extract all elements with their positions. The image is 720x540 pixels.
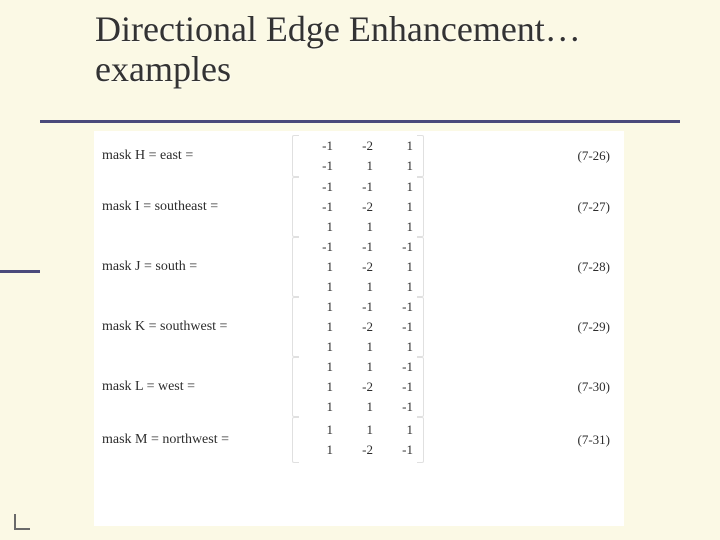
matrix-cell: 1: [301, 318, 335, 336]
matrix-cell: -1: [381, 398, 415, 416]
bracket-right-icon: [417, 297, 424, 357]
title-underline: [40, 120, 680, 123]
matrix-cell: 1: [301, 258, 335, 276]
matrix-cell: -1: [381, 238, 415, 256]
left-accent-bar: [0, 270, 40, 273]
content-panel: mask H = east =-1-21-111(7-26)mask I = s…: [94, 131, 624, 526]
matrix-cell: -2: [341, 198, 375, 216]
equation-number: (7-29): [578, 319, 611, 335]
bracket-left-icon: [292, 357, 299, 417]
matrix-cell: 1: [341, 358, 375, 376]
matrix-cell: -1: [381, 318, 415, 336]
matrix-cell: -1: [301, 157, 335, 175]
bracket-left-icon: [292, 297, 299, 357]
matrix-cell: 1: [381, 338, 415, 356]
matrix-cell: 1: [381, 137, 415, 155]
matrix-cell: -2: [341, 441, 375, 459]
matrix-cell: 1: [381, 178, 415, 196]
mask-row-m: mask M = northwest =1111-2-1(7-31): [102, 417, 616, 463]
bracket-left-icon: [292, 177, 299, 237]
mask-row-i: mask I = southeast =-1-11-1-21111(7-27): [102, 177, 616, 237]
matrix: 1-1-11-2-1111: [301, 298, 415, 356]
matrix-cell: -2: [341, 318, 375, 336]
matrix-cell: 1: [381, 258, 415, 276]
mask-label: mask L = west =: [102, 379, 292, 395]
mask-label: mask M = northwest =: [102, 432, 292, 448]
matrix-cell: 1: [301, 218, 335, 236]
equation-number: (7-26): [578, 148, 611, 164]
bracket-right-icon: [417, 417, 424, 463]
matrix-cell: -2: [341, 258, 375, 276]
bracket-left-icon: [292, 237, 299, 297]
matrix-cell: -1: [381, 441, 415, 459]
matrix-cell: -1: [301, 178, 335, 196]
matrix: 11-11-2-111-1: [301, 358, 415, 416]
bracket-right-icon: [417, 177, 424, 237]
matrix-cell: 1: [341, 218, 375, 236]
title-wrap: Directional Edge Enhancement… examples: [95, 10, 685, 89]
matrix-cell: 1: [341, 157, 375, 175]
matrix-cell: -1: [381, 378, 415, 396]
matrix-cell: 1: [381, 198, 415, 216]
slide-title: Directional Edge Enhancement… examples: [95, 10, 685, 89]
matrix: -1-1-11-21111: [301, 238, 415, 296]
matrix-cell: 1: [381, 278, 415, 296]
matrix: 1111-2-1: [301, 421, 415, 459]
matrix-cell: 1: [301, 441, 335, 459]
matrix: -1-11-1-21111: [301, 178, 415, 236]
bracket-right-icon: [417, 237, 424, 297]
matrix-cell: 1: [341, 398, 375, 416]
matrix-cell: -1: [301, 238, 335, 256]
matrix-cell: 1: [381, 218, 415, 236]
matrix-cell: 1: [341, 421, 375, 439]
corner-mark-icon: [14, 514, 30, 530]
matrix-cell: -1: [381, 298, 415, 316]
matrix-cell: 1: [301, 298, 335, 316]
bracket-left-icon: [292, 135, 299, 177]
equation-number: (7-27): [578, 199, 611, 215]
matrix-cell: 1: [381, 421, 415, 439]
mask-row-l: mask L = west =11-11-2-111-1(7-30): [102, 357, 616, 417]
matrix-cell: 1: [301, 398, 335, 416]
mask-row-h: mask H = east =-1-21-111(7-26): [102, 135, 616, 177]
mask-label: mask H = east =: [102, 148, 292, 164]
matrix-cell: 1: [341, 278, 375, 296]
matrix-cell: -1: [341, 298, 375, 316]
matrix: -1-21-111: [301, 137, 415, 175]
matrix-cell: 1: [301, 421, 335, 439]
matrix-cell: 1: [341, 338, 375, 356]
equation-number: (7-28): [578, 259, 611, 275]
slide: Directional Edge Enhancement… examples m…: [0, 0, 720, 540]
matrix-cell: 1: [301, 278, 335, 296]
matrix-cell: -1: [301, 137, 335, 155]
mask-label: mask J = south =: [102, 259, 292, 275]
matrix-cell: -1: [381, 358, 415, 376]
bracket-right-icon: [417, 135, 424, 177]
matrix-cell: -1: [341, 178, 375, 196]
matrix-cell: -1: [341, 238, 375, 256]
equation-number: (7-30): [578, 379, 611, 395]
mask-row-j: mask J = south =-1-1-11-21111(7-28): [102, 237, 616, 297]
matrix-cell: -2: [341, 137, 375, 155]
mask-label: mask I = southeast =: [102, 199, 292, 215]
matrix-cell: 1: [301, 358, 335, 376]
matrix-cell: -1: [301, 198, 335, 216]
bracket-right-icon: [417, 357, 424, 417]
matrix-cell: -2: [341, 378, 375, 396]
mask-row-k: mask K = southwest =1-1-11-2-1111(7-29): [102, 297, 616, 357]
matrix-cell: 1: [301, 378, 335, 396]
matrix-cell: 1: [301, 338, 335, 356]
matrix-cell: 1: [381, 157, 415, 175]
mask-label: mask K = southwest =: [102, 319, 292, 335]
equation-number: (7-31): [578, 432, 611, 448]
bracket-left-icon: [292, 417, 299, 463]
